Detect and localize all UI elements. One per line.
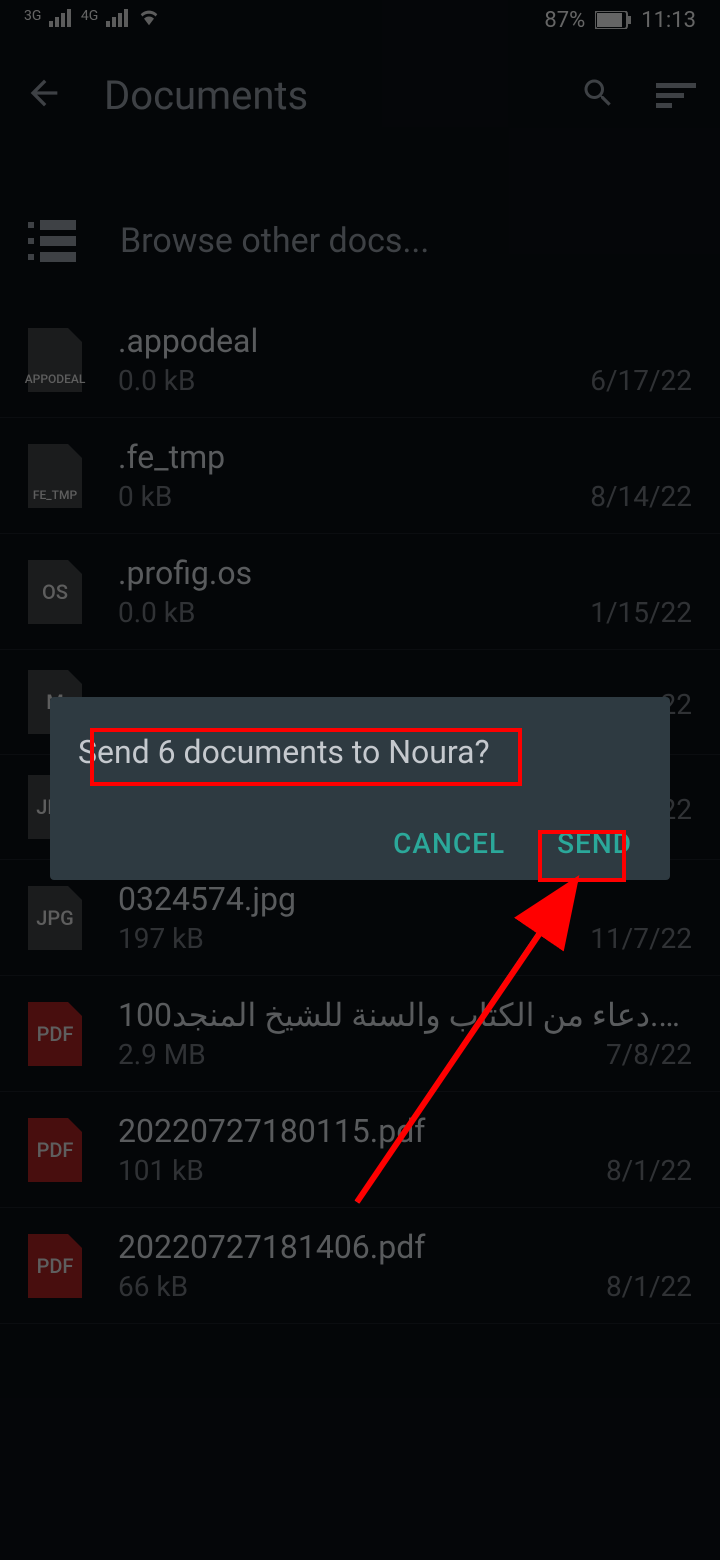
cancel-button[interactable]: CANCEL	[393, 827, 505, 860]
send-confirm-dialog: Send 6 documents to Noura? CANCEL SEND	[50, 697, 670, 880]
send-button[interactable]: SEND	[557, 827, 632, 860]
dialog-message: Send 6 documents to Noura?	[78, 733, 642, 771]
